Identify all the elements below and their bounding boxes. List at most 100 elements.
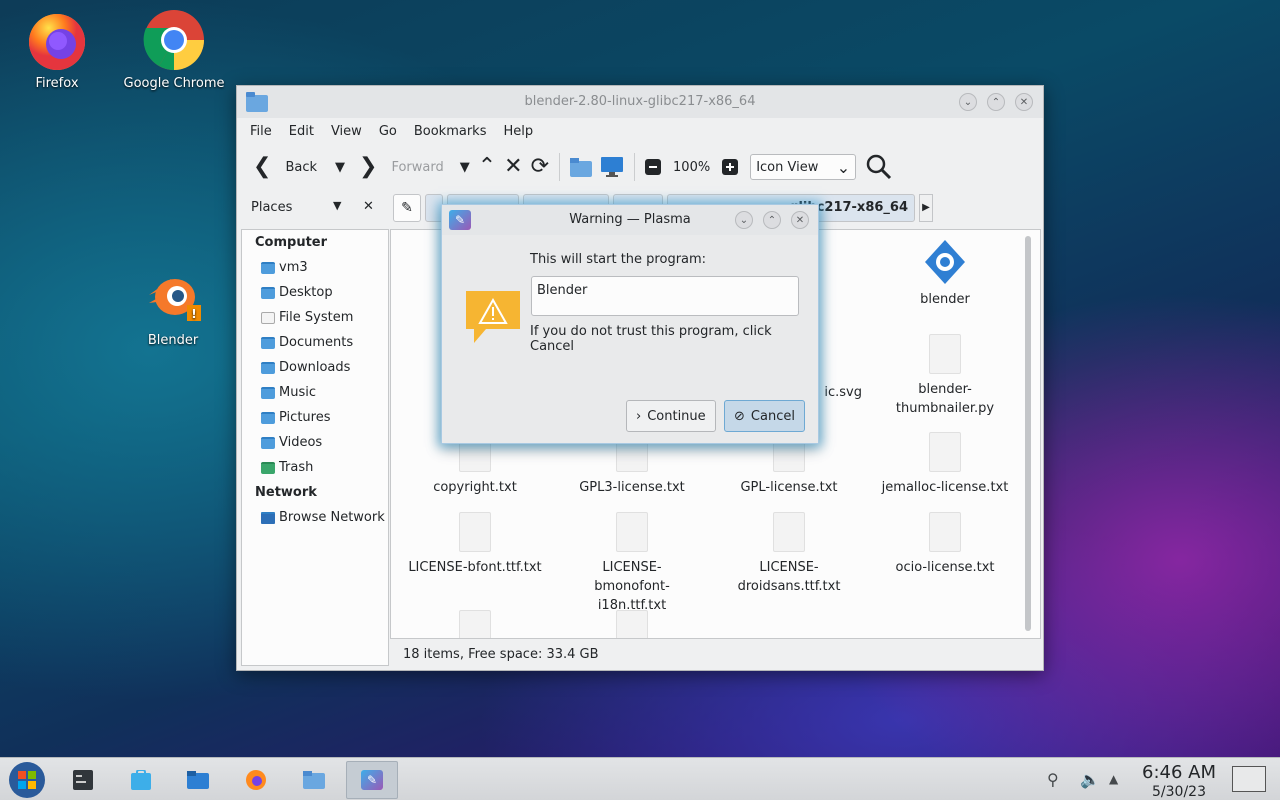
file-item[interactable]: blender (870, 238, 1020, 309)
cancel-icon: ⊘ (734, 408, 745, 424)
clock[interactable]: 6:46 AM 5/30/23 (1138, 762, 1220, 800)
dialog-titlebar[interactable]: ✎ Warning — Plasma ⌄ ⌃ ✕ (442, 205, 818, 235)
window-title: blender-2.80-linux-glibc217-x86_64 (524, 94, 756, 109)
folder-icon (187, 771, 209, 789)
firefox-icon (246, 770, 266, 790)
window-titlebar[interactable]: blender-2.80-linux-glibc217-x86_64 ⌄ ⌃ ✕ (237, 86, 1043, 118)
maximize-button[interactable]: ⌃ (987, 93, 1005, 111)
menu-file[interactable]: File (249, 122, 280, 141)
show-desktop-button[interactable] (1232, 766, 1266, 792)
trash-icon (261, 461, 275, 474)
search-button[interactable] (862, 152, 896, 182)
warning-dialog: ✎ Warning — Plasma ⌄ ⌃ ✕ This will start… (441, 204, 819, 444)
continue-button[interactable]: › Continue (626, 400, 716, 432)
places-section-network: Network (255, 485, 317, 500)
file-item[interactable]: jemalloc-license.txt (870, 432, 1020, 497)
file-item[interactable] (400, 610, 550, 638)
up-button[interactable]: ⌃ (474, 152, 500, 182)
stop-button[interactable]: ✕ (500, 152, 526, 182)
view-mode-select[interactable]: Icon View ⌄ (750, 154, 857, 180)
folder-icon (303, 771, 325, 789)
forward-history-dropdown[interactable]: ▼ (456, 152, 474, 182)
desktop-icon-firefox[interactable]: Firefox (2, 8, 112, 91)
caret-down-icon: ▼ (335, 159, 345, 175)
dialog-maximize-button[interactable]: ⌃ (763, 211, 781, 229)
dialog-minimize-button[interactable]: ⌄ (735, 211, 753, 229)
places-item-music[interactable]: Music (242, 380, 388, 405)
chrome-icon (142, 8, 206, 72)
places-item-browse-network[interactable]: Browse Network (242, 505, 388, 530)
store-icon (131, 770, 151, 790)
edit-location-button[interactable]: ✎ (393, 194, 421, 222)
network-tray-icon[interactable]: ⚲ (1047, 770, 1059, 789)
cancel-button[interactable]: ⊘ Cancel (724, 400, 805, 432)
text-file-icon (929, 432, 961, 472)
desktop-icon-chrome[interactable]: Google Chrome (119, 8, 229, 91)
file-item[interactable] (557, 610, 707, 638)
menubar: File Edit View Go Bookmarks Help (249, 122, 549, 141)
places-item-pictures[interactable]: Pictures (242, 405, 388, 430)
text-file-icon (929, 334, 961, 374)
vertical-scrollbar[interactable] (1025, 236, 1031, 631)
dialog-trust-note: If you do not trust this program, click … (530, 324, 772, 354)
taskbar-warning-dialog[interactable]: ✎ (346, 761, 398, 799)
toolbar: ❮ Back ▼ ❯ Forward ▼ ⌃ ✕ ⟳ 100% Icon Vie… (249, 150, 1031, 184)
places-item-videos[interactable]: Videos (242, 430, 388, 455)
start-menu-button[interactable] (2, 761, 52, 799)
forward-button[interactable]: ❯ Forward (355, 152, 448, 182)
reload-button[interactable]: ⟳ (527, 152, 553, 182)
taskbar-file-manager[interactable] (172, 761, 224, 799)
chevron-right-icon: › (636, 408, 642, 424)
minimize-button[interactable]: ⌄ (959, 93, 977, 111)
caret-right-icon: ▶ (922, 202, 930, 213)
text-file-icon (929, 512, 961, 552)
back-history-dropdown[interactable]: ▼ (331, 152, 349, 182)
desktop-icon-blender[interactable]: ! Blender (118, 265, 228, 348)
desktop-icon-label: Blender (147, 333, 199, 348)
program-name-field[interactable]: Blender (531, 276, 799, 316)
taskbar-discover[interactable] (115, 761, 167, 799)
firefox-icon (25, 8, 89, 72)
home-folder-button[interactable] (566, 152, 596, 182)
places-item-file-system[interactable]: File System (242, 305, 388, 330)
places-item-desktop[interactable]: Desktop (242, 280, 388, 305)
file-item[interactable]: LICENSE-bfont.ttf.txt (400, 512, 550, 577)
taskbar-folder-window[interactable] (288, 761, 340, 799)
home-folder-icon (570, 158, 593, 177)
menu-go[interactable]: Go (378, 122, 405, 141)
menu-edit[interactable]: Edit (288, 122, 322, 141)
back-button[interactable]: ❮ Back (249, 152, 321, 182)
chevron-down-icon: ⌄ (836, 157, 851, 177)
desktop-folder-button[interactable] (596, 152, 628, 182)
file-item[interactable]: LICENSE-droidsans.ttf.txt (714, 512, 864, 596)
text-file-icon (459, 512, 491, 552)
file-item[interactable]: blender-thumbnailer.py (870, 334, 1020, 418)
places-item-trash[interactable]: Trash (242, 455, 388, 480)
file-item[interactable]: ocio-license.txt (870, 512, 1020, 577)
taskbar-terminal[interactable] (57, 761, 109, 799)
caret-down-icon[interactable]: ▼ (333, 199, 341, 212)
menu-bookmarks[interactable]: Bookmarks (413, 122, 495, 141)
menu-view[interactable]: View (330, 122, 370, 141)
zoom-out-button[interactable] (641, 152, 665, 182)
places-item-downloads[interactable]: Downloads (242, 355, 388, 380)
status-bar: 18 items, Free space: 33.4 GB (403, 647, 599, 662)
file-item[interactable]: LICENSE-bmonofont-i18n.ttf.txt (557, 512, 707, 615)
menu-help[interactable]: Help (502, 122, 541, 141)
close-button[interactable]: ✕ (1015, 93, 1033, 111)
zoom-in-button[interactable] (718, 152, 742, 182)
breadcrumb-scroll-right[interactable]: ▶ (919, 194, 933, 222)
close-icon[interactable]: ✕ (363, 199, 374, 214)
dialog-title: Warning — Plasma (569, 212, 691, 227)
places-panel-header: Places ▼ ✕ (251, 199, 374, 215)
volume-icon[interactable]: 🔈 (1080, 770, 1100, 789)
chevron-left-icon: ❮ (253, 154, 272, 179)
dialog-close-button[interactable]: ✕ (791, 211, 809, 229)
taskbar-firefox[interactable] (230, 761, 282, 799)
tray-expand-icon[interactable]: ▲ (1109, 772, 1118, 786)
toolbar-separator (634, 153, 636, 181)
text-file-icon (616, 512, 648, 552)
places-item-documents[interactable]: Documents (242, 330, 388, 355)
places-item-vm3[interactable]: vm3 (242, 255, 388, 280)
text-file-icon (459, 610, 491, 638)
